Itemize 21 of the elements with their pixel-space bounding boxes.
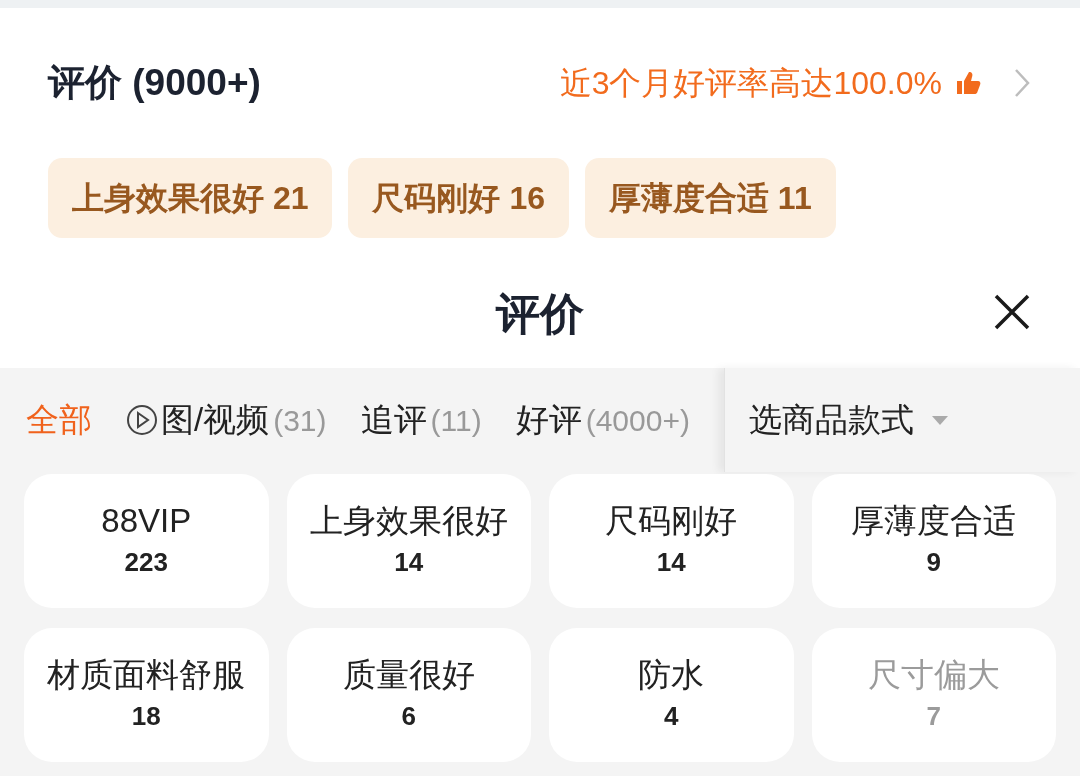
tag-card[interactable]: 尺码刚好 14: [549, 474, 794, 608]
review-tag[interactable]: 厚薄度合适 11: [584, 158, 836, 238]
style-selector[interactable]: 选商品款式: [723, 368, 1080, 472]
section-title: 评价 (9000+): [48, 61, 261, 106]
filter-tab[interactable]: 好评(4000+): [515, 395, 690, 445]
sheet-title: 评价: [496, 288, 584, 340]
review-tag[interactable]: 上身效果很好 21: [48, 158, 333, 238]
filter-tab[interactable]: 图/视频(31): [126, 395, 327, 445]
tag-card[interactable]: 防水 4: [549, 628, 794, 762]
close-button[interactable]: [992, 292, 1032, 332]
review-tag[interactable]: 尺码刚好 16: [348, 158, 569, 238]
play-icon: [126, 404, 158, 436]
tag-card[interactable]: 88VIP 223: [24, 474, 269, 608]
close-icon: [992, 292, 1032, 332]
tag-card[interactable]: 质量很好 6: [286, 628, 531, 762]
caret-down-icon: [931, 415, 948, 425]
tag-card[interactable]: 上身效果很好 14: [286, 474, 531, 608]
filter-tab[interactable]: 追评(11): [360, 395, 482, 445]
chevron-right-icon: [1012, 67, 1032, 99]
tag-card[interactable]: 厚薄度合适 9: [811, 474, 1056, 608]
tag-card[interactable]: 材质面料舒服 18: [24, 628, 269, 762]
